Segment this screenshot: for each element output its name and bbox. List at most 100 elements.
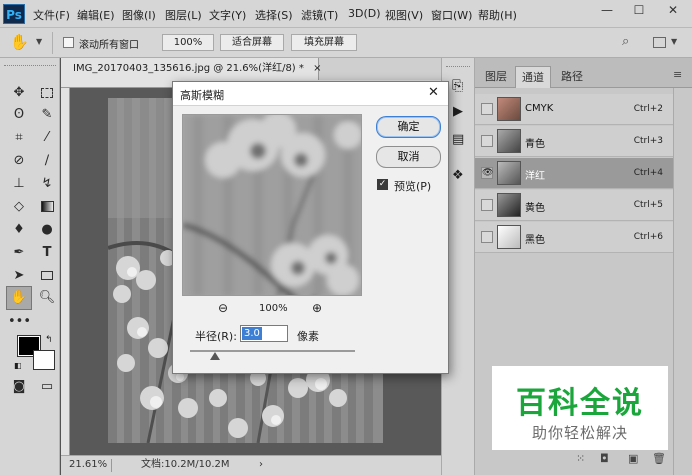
tool-preset-arrow-icon[interactable]: ▼ — [36, 37, 42, 46]
channel-thumbnail — [497, 161, 521, 185]
ok-button[interactable]: 确定 — [376, 116, 441, 138]
more-tools-icon[interactable]: ••• — [8, 311, 31, 333]
scroll-all-windows-checkbox[interactable] — [63, 37, 74, 48]
menu-image[interactable]: 图像(I) — [122, 7, 156, 23]
document-tab-close-icon[interactable]: × — [313, 63, 321, 74]
menu-type[interactable]: 文字(Y) — [209, 7, 246, 23]
crop-tool-icon[interactable]: ⌗ — [8, 127, 30, 149]
workspace-arrow-icon[interactable]: ▼ — [671, 37, 677, 46]
visibility-toggle[interactable] — [481, 231, 493, 243]
quick-mask-icon[interactable]: ◙ — [8, 376, 30, 398]
visibility-toggle[interactable] — [481, 199, 493, 211]
dialog-close-icon[interactable]: ✕ — [428, 85, 439, 100]
visibility-toggle[interactable] — [481, 135, 493, 147]
watermark-title: 百科全说 — [516, 386, 644, 421]
channel-row-cyan[interactable]: 青色 Ctrl+3 — [475, 126, 673, 157]
marquee-tool-icon[interactable] — [36, 82, 58, 104]
fit-screen-button[interactable]: 适合屏幕 — [220, 34, 284, 51]
history-icon[interactable]: ⎘ — [452, 78, 463, 94]
status-divider — [111, 459, 112, 472]
radius-input[interactable]: 3.0 — [240, 325, 288, 342]
preview-zoom-level: 100% — [259, 303, 288, 314]
channel-row-yellow[interactable]: 黄色 Ctrl+5 — [475, 190, 673, 221]
type-tool-icon[interactable]: T — [36, 242, 58, 264]
channel-thumbnail — [497, 193, 521, 217]
history-brush-tool-icon[interactable]: ↯ — [36, 173, 58, 195]
eyedropper-tool-icon[interactable]: ⁄ — [36, 127, 58, 149]
zoom-out-icon[interactable]: ⊖ — [218, 301, 228, 315]
tab-layers[interactable]: 图层 — [479, 66, 513, 88]
load-selection-icon[interactable]: ⁙ — [576, 452, 585, 465]
path-select-tool-icon[interactable]: ➤ — [8, 265, 30, 287]
menu-layer[interactable]: 图层(L) — [165, 7, 202, 23]
strip-grip[interactable] — [446, 61, 470, 67]
zoom-in-icon[interactable]: ⊕ — [312, 301, 322, 315]
vertical-ruler[interactable] — [61, 88, 70, 455]
clone-stamp-tool-icon[interactable]: ⊥ — [8, 173, 30, 195]
visibility-toggle[interactable] — [481, 103, 493, 115]
document-tab-title: IMG_20170403_135616.jpg @ 21.6%(洋红/8) * — [73, 63, 304, 74]
menu-edit[interactable]: 编辑(E) — [77, 7, 115, 23]
adjustments-icon[interactable]: ❖ — [452, 168, 464, 183]
tab-paths[interactable]: 路径 — [555, 66, 589, 88]
menu-file[interactable]: 文件(F) — [33, 7, 70, 23]
gradient-tool-icon[interactable] — [36, 196, 58, 218]
channel-shortcut: Ctrl+5 — [633, 200, 663, 210]
minimize-button[interactable]: — — [592, 0, 622, 20]
options-divider — [52, 32, 53, 54]
channel-thumbnail — [497, 97, 521, 121]
maximize-button[interactable]: ☐ — [624, 0, 654, 20]
dodge-tool-icon[interactable]: ● — [36, 219, 58, 241]
eraser-tool-icon[interactable]: ◇ — [8, 196, 30, 218]
cancel-button[interactable]: 取消 — [376, 146, 441, 168]
panel-menu-icon[interactable]: ≡ — [673, 68, 682, 81]
status-menu-arrow[interactable]: › — [259, 456, 263, 474]
background-color-swatch[interactable] — [33, 350, 55, 370]
hand-tool-button-icon[interactable]: ✋ — [6, 286, 32, 310]
brush-tool-icon[interactable]: ∕ — [36, 150, 58, 172]
fill-screen-button[interactable]: 填充屏幕 — [291, 34, 357, 51]
pen-tool-icon[interactable]: ✒ — [8, 242, 30, 264]
menu-help[interactable]: 帮助(H) — [478, 7, 517, 23]
save-selection-icon[interactable]: ◘ — [600, 452, 609, 465]
workspace-icon[interactable] — [653, 37, 666, 48]
swap-colors-icon[interactable]: ↰ — [45, 335, 53, 345]
new-channel-icon[interactable]: ▣ — [628, 452, 638, 465]
blur-preview[interactable] — [182, 114, 362, 296]
menu-view[interactable]: 视图(V) — [385, 7, 423, 23]
channel-thumbnail — [497, 129, 521, 153]
properties-icon[interactable]: ▤ — [452, 132, 464, 147]
eye-icon[interactable]: 👁︎ — [481, 167, 493, 179]
panel-tab-bar: 图层 通道 路径 ≡ — [475, 58, 692, 88]
panel-scrollbar[interactable] — [673, 88, 692, 475]
zoom-tool-icon[interactable]: 🔍︎ — [36, 287, 58, 309]
channel-row-magenta[interactable]: 👁︎ 洋红 Ctrl+4 — [475, 158, 673, 189]
document-tab[interactable]: IMG_20170403_135616.jpg @ 21.6%(洋红/8) * … — [61, 58, 321, 80]
quick-select-tool-icon[interactable]: ✎ — [36, 104, 58, 126]
channel-row-black[interactable]: 黑色 Ctrl+6 — [475, 222, 673, 253]
window-close-button[interactable]: ✕ — [658, 0, 688, 20]
menu-3d[interactable]: 3D(D) — [348, 7, 381, 20]
menu-filter[interactable]: 滤镜(T) — [301, 7, 338, 23]
zoom-readout[interactable]: 21.61% — [69, 456, 107, 474]
channel-name: CMYK — [525, 103, 554, 114]
zoom-100-button[interactable]: 100% — [162, 34, 214, 51]
move-tool-icon[interactable]: ✥ — [8, 82, 30, 104]
rectangle-tool-icon[interactable] — [36, 265, 58, 287]
screen-mode-icon[interactable]: ▭ — [36, 376, 58, 398]
preview-checkbox[interactable]: ✓ — [377, 179, 388, 190]
delete-channel-icon[interactable]: 🗑︎ — [652, 452, 666, 465]
channel-row-cmyk[interactable]: CMYK Ctrl+2 — [475, 94, 673, 125]
lasso-tool-icon[interactable]: ʘ — [8, 104, 30, 126]
search-icon[interactable]: ⌕ — [622, 34, 629, 49]
tab-channels[interactable]: 通道 — [515, 66, 551, 88]
blur-tool-icon[interactable]: ♦ — [8, 219, 30, 241]
healing-brush-tool-icon[interactable]: ⊘ — [8, 150, 30, 172]
toolbar-grip[interactable] — [4, 60, 56, 66]
menu-select[interactable]: 选择(S) — [255, 7, 293, 23]
dialog-titlebar[interactable]: 高斯模糊 ✕ — [173, 82, 448, 106]
default-colors-icon[interactable]: ◧ — [14, 361, 22, 370]
play-actions-icon[interactable]: ▶ — [453, 104, 463, 119]
menu-window[interactable]: 窗口(W) — [431, 7, 472, 23]
radius-slider-thumb[interactable] — [210, 352, 220, 360]
